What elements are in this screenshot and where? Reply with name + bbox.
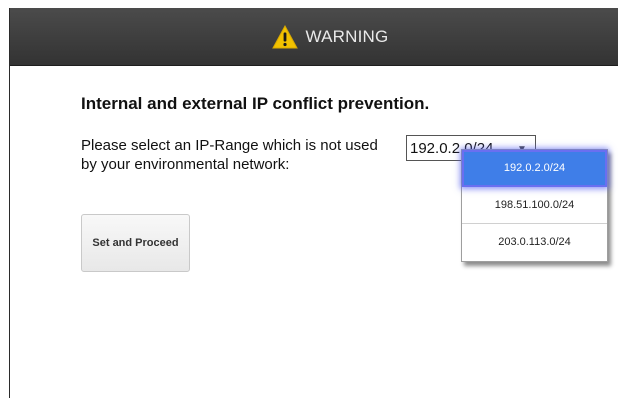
dropdown-option-198-51-100-0[interactable]: 198.51.100.0/24: [462, 187, 607, 224]
dropdown-option-203-0-113-0[interactable]: 203.0.113.0/24: [462, 224, 607, 261]
ip-range-dropdown-list: 192.0.2.0/24 198.51.100.0/24 203.0.113.0…: [461, 149, 608, 262]
page-heading: Internal and external IP conflict preven…: [81, 94, 430, 113]
title-group: WARNING: [271, 24, 389, 49]
set-and-proceed-button[interactable]: Set and Proceed: [81, 214, 190, 272]
ip-range-prompt: Please select an IP-Range which is not u…: [81, 137, 378, 173]
warning-triangle-icon: [271, 24, 298, 49]
title-bar: WARNING: [10, 8, 618, 66]
warning-dialog: WARNING Internal and external IP conflic…: [9, 8, 618, 398]
dialog-title: WARNING: [305, 26, 389, 46]
dropdown-option-192-0-2-0[interactable]: 192.0.2.0/24: [462, 150, 607, 187]
page: WARNING Internal and external IP conflic…: [0, 0, 618, 398]
